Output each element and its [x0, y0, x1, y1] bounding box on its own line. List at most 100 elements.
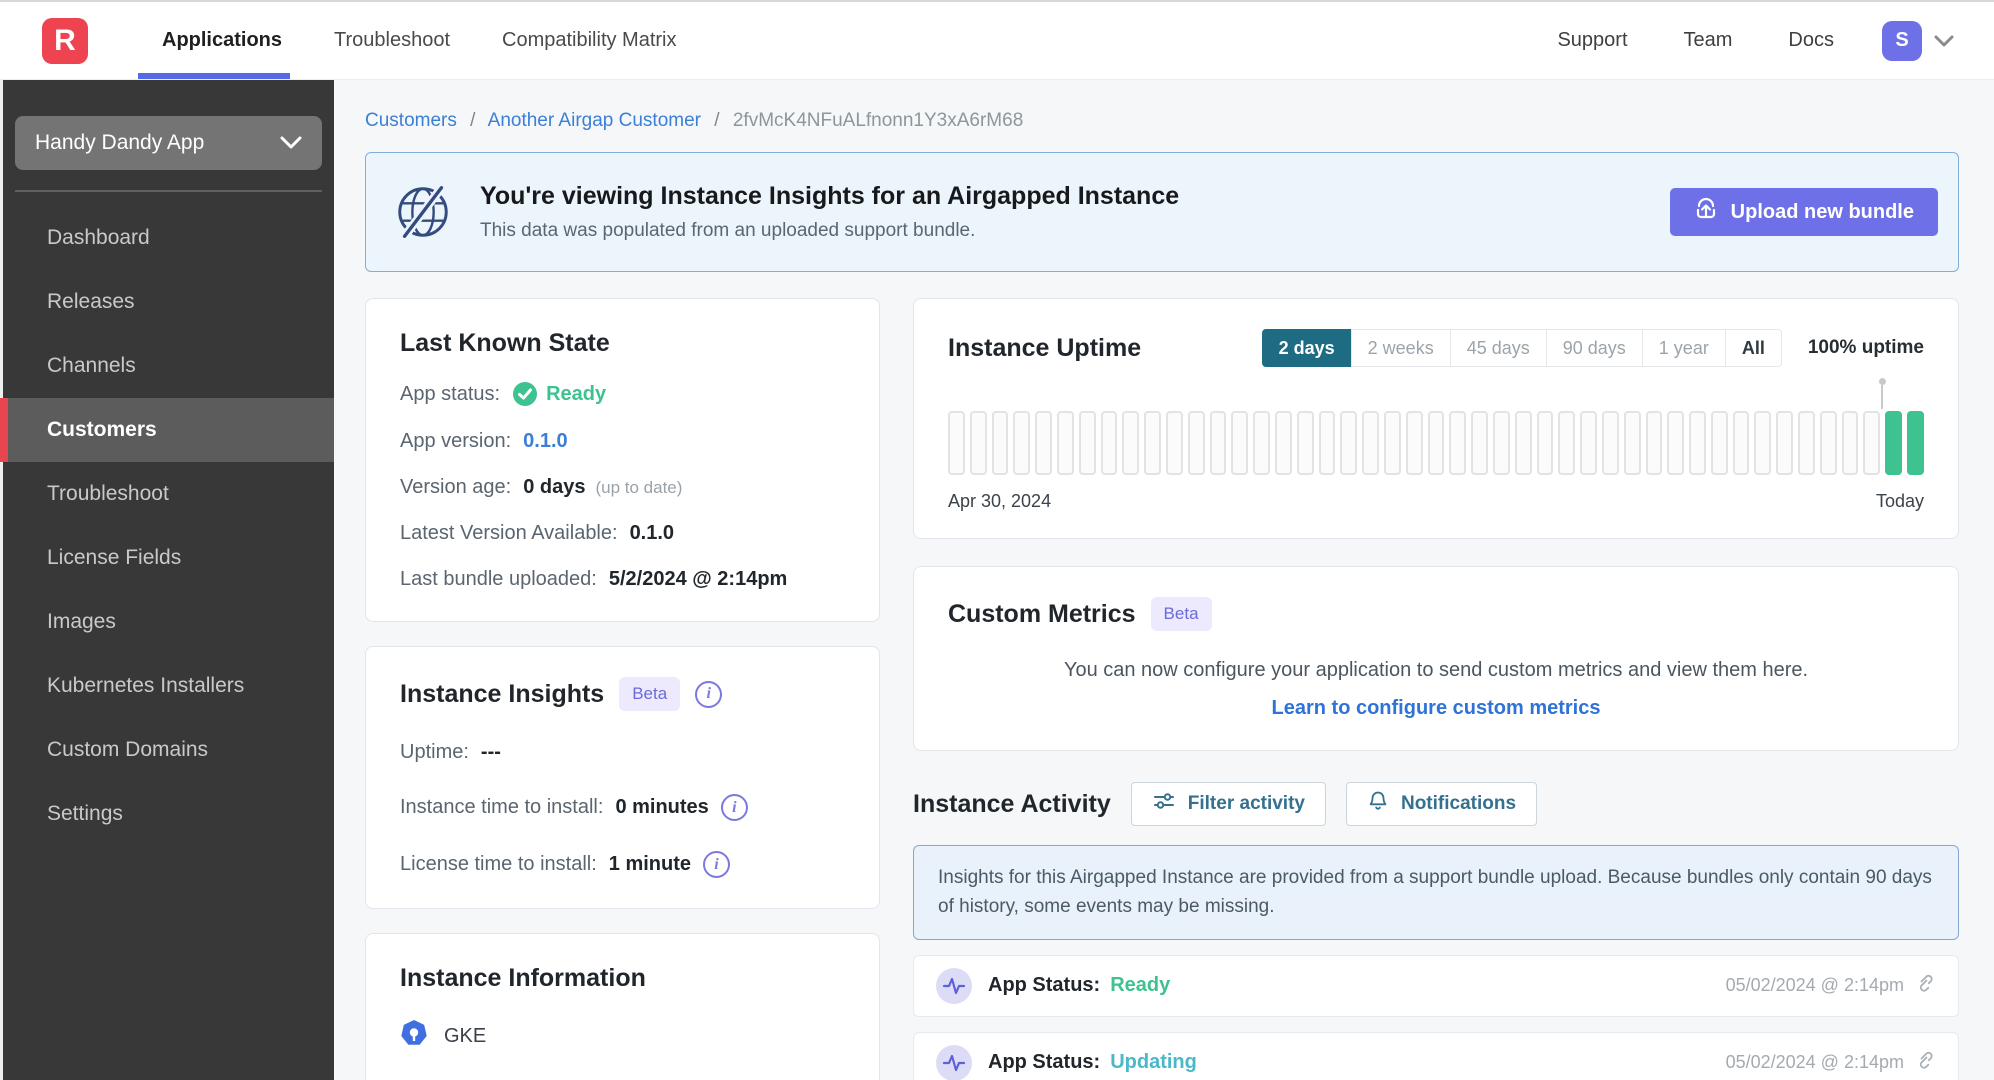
- uptime-bar: [1645, 411, 1663, 475]
- uptime-bar: [1209, 411, 1227, 475]
- uptime-bar: [1623, 411, 1641, 475]
- card-title: Custom Metrics: [948, 599, 1136, 628]
- uptime-range-selector: 2 days 2 weeks 45 days 90 days 1 year Al…: [1261, 329, 1782, 367]
- uptime-bar: [1340, 411, 1358, 475]
- sidebar-item-license-fields[interactable]: License Fields: [3, 526, 334, 590]
- uptime-bar: [1122, 411, 1140, 475]
- sidebar-item-custom-domains[interactable]: Custom Domains: [3, 718, 334, 782]
- sidebar-item-kubernetes-installers[interactable]: Kubernetes Installers: [3, 654, 334, 718]
- pulse-icon: [936, 1044, 972, 1080]
- beta-badge: Beta: [1150, 597, 1212, 631]
- custom-metrics-card: Custom Metrics Beta You can now configur…: [913, 566, 1959, 751]
- top-nav: R Applications Troubleshoot Compatibilit…: [0, 0, 1994, 80]
- info-icon[interactable]: [695, 680, 723, 708]
- uptime-bar: [948, 411, 965, 475]
- app-selector-dropdown[interactable]: Handy Dandy App: [15, 116, 322, 170]
- uptime-bar: [1863, 411, 1881, 475]
- card-title: Instance Information: [400, 964, 646, 992]
- distribution-row: GKE: [400, 1019, 845, 1053]
- app-status-row: App status: Ready: [400, 381, 845, 407]
- range-all[interactable]: All: [1724, 329, 1782, 367]
- range-2-weeks[interactable]: 2 weeks: [1350, 329, 1451, 367]
- activity-row[interactable]: App Status: Updating 05/02/2024 @ 2:14pm: [913, 1031, 1959, 1080]
- link-icon[interactable]: [1916, 1050, 1936, 1075]
- nav-right: Support Team Docs S: [1501, 20, 1954, 61]
- upload-new-bundle-button[interactable]: Upload new bundle: [1669, 188, 1938, 236]
- last-bundle-value: 5/2/2024 @ 2:14pm: [608, 568, 788, 590]
- nav-link-team[interactable]: Team: [1684, 29, 1733, 52]
- uptime-value: ---: [480, 741, 501, 763]
- uptime-bar: [1231, 411, 1249, 475]
- instance-activity-header: Instance Activity Filter activity Notifi…: [913, 782, 1959, 826]
- range-2-days[interactable]: 2 days: [1261, 329, 1352, 367]
- uptime-bar: [1710, 411, 1728, 475]
- range-45-days[interactable]: 45 days: [1449, 329, 1547, 367]
- info-icon[interactable]: [703, 851, 731, 878]
- range-1-year[interactable]: 1 year: [1641, 329, 1726, 367]
- row-label: Last bundle uploaded:: [400, 568, 597, 590]
- uptime-bar: [1732, 411, 1750, 475]
- sidebar-item-channels[interactable]: Channels: [3, 334, 334, 398]
- uptime-bar: [1907, 411, 1924, 475]
- uptime-bar: [1056, 411, 1074, 475]
- uptime-bar: [1383, 411, 1401, 475]
- notifications-button-label: Notifications: [1400, 793, 1517, 814]
- sidebar-item-troubleshoot[interactable]: Troubleshoot: [3, 462, 334, 526]
- nav-link-docs[interactable]: Docs: [1788, 29, 1834, 52]
- link-icon[interactable]: [1916, 973, 1936, 998]
- airgap-activity-notice: Insights for this Airgapped Instance are…: [913, 845, 1959, 940]
- sidebar-item-customers[interactable]: Customers: [0, 398, 334, 462]
- app-version-link[interactable]: 0.1.0: [523, 430, 567, 453]
- distribution-value: GKE: [444, 1024, 487, 1047]
- uptime-bar: [1514, 411, 1532, 475]
- tab-compatibility-matrix[interactable]: Compatibility Matrix: [476, 2, 702, 79]
- instance-time-value: 0 minutes: [615, 796, 709, 818]
- latest-version-row: Latest Version Available: 0.1.0: [400, 522, 845, 545]
- activity-value: Ready: [1110, 974, 1171, 997]
- upload-button-label: Upload new bundle: [1730, 200, 1914, 223]
- uptime-bar: [1536, 411, 1554, 475]
- page-layout: Handy Dandy App Dashboard Releases Chann…: [0, 80, 1994, 1080]
- uptime-bar: [1427, 411, 1445, 475]
- activity-value: Updating: [1110, 1051, 1197, 1074]
- airgap-globe-icon: [392, 181, 454, 243]
- breadcrumb-customers-link[interactable]: Customers: [365, 110, 457, 131]
- activity-row[interactable]: App Status: Ready 05/02/2024 @ 2:14pm: [913, 954, 1959, 1017]
- pulse-icon: [936, 967, 972, 1004]
- breadcrumb-separator: /: [714, 110, 720, 131]
- uptime-bar: [1471, 411, 1488, 475]
- chevron-down-icon[interactable]: [1934, 35, 1954, 47]
- info-icon[interactable]: [720, 794, 748, 821]
- sidebar-item-dashboard[interactable]: Dashboard: [3, 206, 334, 270]
- license-time-row: License time to install: 1 minute: [400, 851, 845, 878]
- filter-activity-button[interactable]: Filter activity: [1130, 782, 1326, 826]
- notifications-button[interactable]: Notifications: [1345, 782, 1538, 826]
- uptime-bar: [1253, 411, 1270, 475]
- tab-troubleshoot[interactable]: Troubleshoot: [308, 2, 476, 79]
- sidebar-item-releases[interactable]: Releases: [3, 270, 334, 334]
- uptime-bar: [1449, 411, 1467, 475]
- instance-information-card: Instance Information GKE: [365, 933, 880, 1080]
- activity-timestamp: 05/02/2024 @ 2:14pm: [1725, 1052, 1904, 1073]
- configure-custom-metrics-link[interactable]: Learn to configure custom metrics: [948, 697, 1924, 720]
- tab-applications[interactable]: Applications: [136, 2, 308, 79]
- upload-icon: [1694, 197, 1718, 227]
- banner-text: You're viewing Instance Insights for an …: [480, 182, 1179, 242]
- uptime-bar: [1689, 411, 1706, 475]
- instance-uptime-card: Instance Uptime 2 days 2 weeks 45 days 9…: [913, 298, 1959, 539]
- gke-icon: [400, 1019, 428, 1053]
- sidebar-item-images[interactable]: Images: [3, 590, 334, 654]
- replicated-logo[interactable]: R: [42, 17, 88, 64]
- user-avatar[interactable]: S: [1882, 20, 1922, 61]
- instance-insights-card: Instance Insights Beta Uptime: --- Insta…: [365, 646, 880, 909]
- banner-title: You're viewing Instance Insights for an …: [480, 182, 1180, 210]
- nav-link-support[interactable]: Support: [1557, 29, 1627, 52]
- range-90-days[interactable]: 90 days: [1545, 329, 1643, 367]
- row-label: App status:: [400, 382, 501, 405]
- filter-sliders-icon: [1152, 789, 1176, 819]
- uptime-bar: [1187, 411, 1205, 475]
- breadcrumb-customer-link[interactable]: Another Airgap Customer: [488, 110, 701, 131]
- uptime-bar: [1296, 411, 1314, 475]
- sidebar-item-settings[interactable]: Settings: [3, 782, 334, 846]
- row-label: Latest Version Available:: [400, 522, 618, 544]
